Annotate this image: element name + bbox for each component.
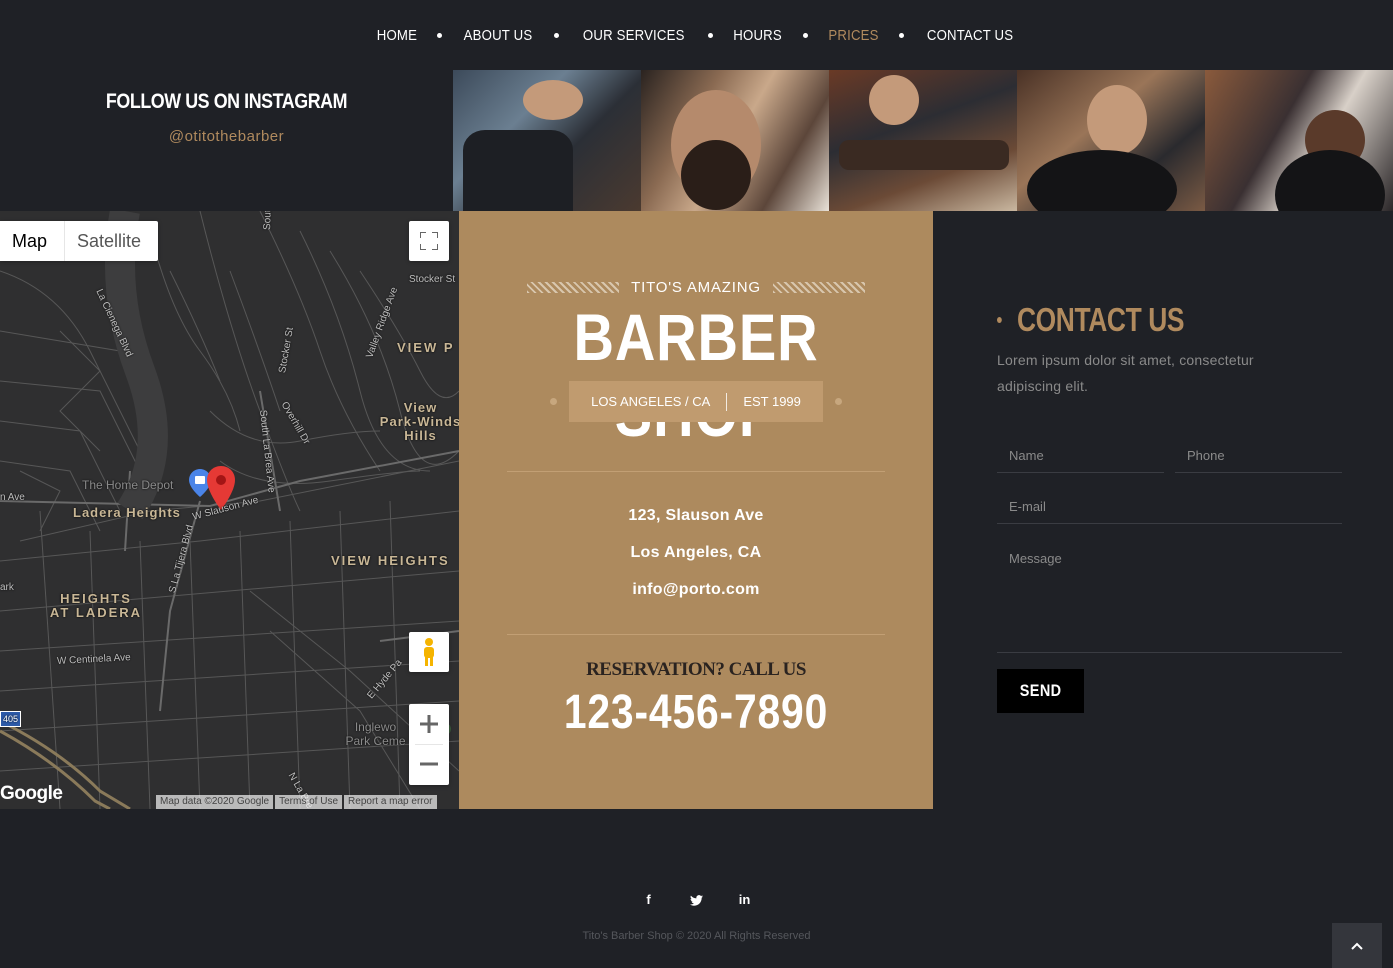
plus-icon <box>420 715 438 733</box>
map-terms-link[interactable]: Terms of Use <box>275 795 343 809</box>
email-link[interactable]: info@porto.com <box>459 581 933 599</box>
message-field[interactable] <box>997 541 1342 653</box>
instagram-title: FOLLOW US ON INSTAGRAM <box>105 90 348 113</box>
facebook-icon[interactable]: f <box>642 890 656 910</box>
location-text: LOS ANGELES / CA <box>591 394 711 409</box>
map-label-stocker: Stocker St <box>409 274 456 285</box>
nav-separator-dot <box>898 32 904 38</box>
map-label-view-park-windsor: View Park-Winds Hills <box>379 400 459 443</box>
nav-home[interactable]: HOME <box>377 27 417 44</box>
map-label-view-heights: VIEW HEIGHTS <box>331 553 450 568</box>
map-label-ladera-heights: Ladera Heights <box>73 505 181 520</box>
copyright-text: Tito's Barber Shop © 2020 All Rights Res… <box>582 930 811 942</box>
instagram-photo[interactable] <box>641 70 829 211</box>
location-badge: LOS ANGELES / CA EST 1999 <box>569 381 823 422</box>
linkedin-icon[interactable]: in <box>738 890 752 910</box>
heading-dot <box>997 317 1002 323</box>
contact-description: Lorem ipsum dolor sit amet, consectetur … <box>997 352 1254 394</box>
instagram-photo[interactable] <box>453 70 641 211</box>
instagram-handle[interactable]: @otitothebarber <box>0 128 453 145</box>
address-line-1: 123, Slauson Ave <box>628 507 764 524</box>
zoom-control <box>409 704 449 785</box>
instagram-photo-strip <box>453 70 1393 211</box>
card-subtitle: TITO'S AMAZING <box>631 279 761 296</box>
nav-hours[interactable]: HOURS <box>734 27 783 44</box>
card-title: BARBER SHOP <box>573 300 819 450</box>
map-attribution: Map data ©2020 Google Terms of Use Repor… <box>156 795 439 809</box>
map-type-satellite-button[interactable]: Satellite <box>65 221 158 261</box>
card-badge-row: LOS ANGELES / CA EST 1999 <box>459 381 933 422</box>
contact-section: CONTACT US Lorem ipsum dolor sit amet, c… <box>933 211 1393 809</box>
google-logo[interactable]: Google <box>0 783 63 805</box>
hatch-decoration <box>772 282 865 293</box>
instagram-photo[interactable] <box>1205 70 1393 211</box>
badge-separator <box>726 392 728 411</box>
contact-heading: CONTACT US <box>997 301 1226 339</box>
map-label-view-park: VIEW P <box>397 340 455 355</box>
map-type-control: Map Satellite <box>0 221 159 261</box>
map-label-south: South <box>262 211 274 231</box>
back-to-top-button[interactable] <box>1332 923 1382 968</box>
map-label-n-ave: n Ave <box>0 492 25 503</box>
card-subtitle-row: TITO'S AMAZING <box>459 279 933 296</box>
name-field[interactable] <box>997 439 1164 473</box>
send-button[interactable]: SEND <box>997 669 1084 713</box>
send-label: SEND <box>1019 681 1062 700</box>
twitter-icon[interactable] <box>690 890 704 910</box>
instagram-section: FOLLOW US ON INSTAGRAM @otitothebarber <box>0 70 453 211</box>
contact-title: CONTACT US <box>1017 301 1185 338</box>
card-divider <box>507 471 885 472</box>
nav-about-us[interactable]: ABOUT US <box>464 27 533 44</box>
phone-number[interactable]: 123-456-7890 <box>495 685 898 740</box>
instagram-photo[interactable] <box>1017 70 1205 211</box>
google-map[interactable]: Map Satellite VIEW P View Park-Winds Hil… <box>0 211 459 809</box>
email-field[interactable] <box>997 490 1342 524</box>
nav-separator-dot <box>436 32 442 38</box>
reservation-label: RESERVATION? CALL US <box>586 659 806 680</box>
decorative-dot <box>835 398 842 405</box>
nav-our-services[interactable]: OUR SERVICES <box>583 27 685 44</box>
map-report-link[interactable]: Report a map error <box>344 795 437 809</box>
social-links: f in <box>0 890 1393 910</box>
zoom-separator <box>415 744 443 745</box>
zoom-out-button[interactable] <box>409 744 449 784</box>
phone-field[interactable] <box>1175 439 1342 473</box>
nav-contact-us[interactable]: CONTACT US <box>927 27 1013 44</box>
street-view-pegman-button[interactable] <box>409 632 449 672</box>
map-label-heights-at-ladera: HEIGHTS AT LADERA <box>49 591 143 620</box>
highway-shield-icon: 405 <box>0 711 22 727</box>
minus-icon <box>420 762 438 766</box>
nav-separator-dot <box>708 32 714 38</box>
map-data-text: Map data ©2020 Google <box>156 795 274 809</box>
decorative-dot <box>550 398 557 405</box>
main-nav: HOME ABOUT US OUR SERVICES HOURS PRICES … <box>0 0 1393 70</box>
established-text: EST 1999 <box>743 394 801 409</box>
fullscreen-icon <box>420 232 438 250</box>
twitter-bird-glyph <box>690 895 703 906</box>
nav-separator-dot <box>802 32 808 38</box>
chevron-up-icon <box>1351 942 1363 950</box>
zoom-in-button[interactable] <box>409 704 449 744</box>
nav-separator-dot <box>553 32 559 38</box>
nav-prices[interactable]: PRICES <box>828 27 878 44</box>
map-label-home-depot: The Home Depot <box>82 478 174 492</box>
map-label-inglewood: Inglewo Park Ceme <box>345 720 406 748</box>
shop-info-card: TITO'S AMAZING BARBER SHOP LOS ANGELES /… <box>459 211 933 809</box>
fullscreen-button[interactable] <box>409 221 449 261</box>
card-divider <box>507 634 885 635</box>
map-type-map-button[interactable]: Map <box>0 221 66 261</box>
map-label-ark: ark <box>0 582 14 593</box>
hatch-decoration <box>527 282 620 293</box>
instagram-photo[interactable] <box>829 70 1017 211</box>
address-line-2: Los Angeles, CA <box>630 544 762 561</box>
pegman-icon <box>424 638 434 666</box>
